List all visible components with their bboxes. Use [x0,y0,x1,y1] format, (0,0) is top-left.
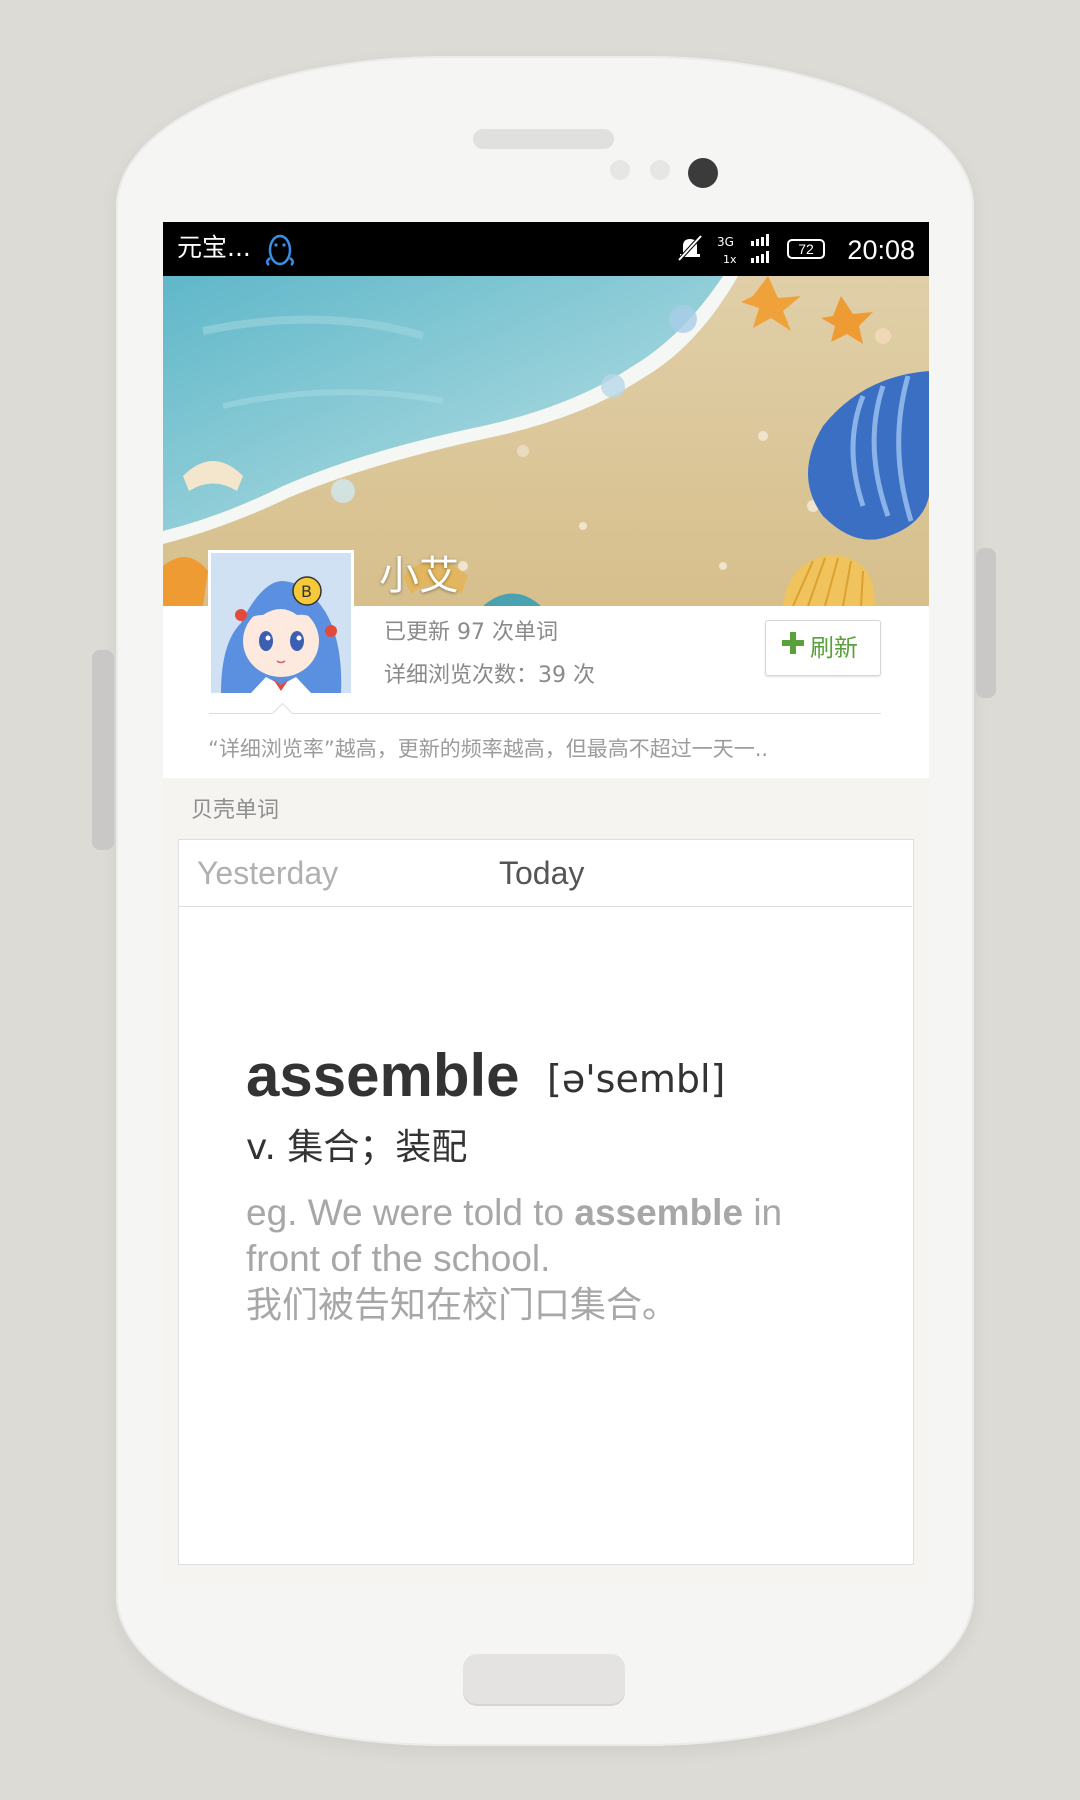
word-card: Yesterday Today assemble [ə'sembl] v. 集合… [178,839,914,1565]
light-sensor [650,160,670,180]
section-title: 贝壳单词 [191,798,280,823]
app-screen: 元宝... 3G 1x 72 20:08 B 小艾 已更新 97 次单词 详细浏… [163,222,929,1585]
day-tabs: Yesterday Today [179,840,912,907]
signal-3g-label: 3G [717,235,734,249]
user-avatar[interactable]: B [208,550,354,696]
signal-icon: 3G 1x [717,234,769,266]
plus-icon [782,632,804,654]
svg-text:B: B [301,582,312,601]
volume-button[interactable] [92,650,114,850]
refresh-label: 刷新 [810,634,858,662]
status-icons: 3G 1x 72 20:08 [665,230,915,268]
home-button[interactable] [463,1654,625,1706]
anime-avatar-image: B [211,553,351,693]
profile-divider [209,713,881,714]
notification-text: 元宝... [177,233,251,262]
signal-1x-label: 1x [723,253,737,266]
tab-yesterday[interactable]: Yesterday [197,853,338,893]
clock: 20:08 [847,235,915,265]
example-keyword: assemble [574,1192,744,1233]
word-definition: v. 集合；装配 [246,1127,468,1168]
view-count: 详细浏览次数：39 次 [384,663,595,688]
battery-icon: 72 [787,239,825,259]
example-sentence: eg. We were told to assemble in front of… [246,1190,846,1282]
earpiece-speaker [473,129,614,149]
username: 小艾 [379,553,459,599]
hint-text: “详细浏览率”越高，更新的频率越高，但最高不超过一天一.. [208,737,769,761]
word-phonetic: [ə'sembl] [547,1057,726,1101]
example-prefix: eg. We were told to [246,1192,575,1233]
example-translation: 我们被告知在校门口集合。 [246,1285,679,1326]
qq-penguin-icon [266,234,294,266]
front-camera [688,158,718,188]
tab-today[interactable]: Today [499,853,584,893]
update-count: 已更新 97 次单词 [384,620,558,645]
proximity-sensor [610,160,630,180]
mute-bell-icon [677,234,703,262]
refresh-button[interactable]: 刷新 [765,620,881,676]
word-title: assemble [246,1042,520,1109]
power-button[interactable] [976,548,996,698]
status-bar: 元宝... 3G 1x 72 20:08 [163,222,929,276]
